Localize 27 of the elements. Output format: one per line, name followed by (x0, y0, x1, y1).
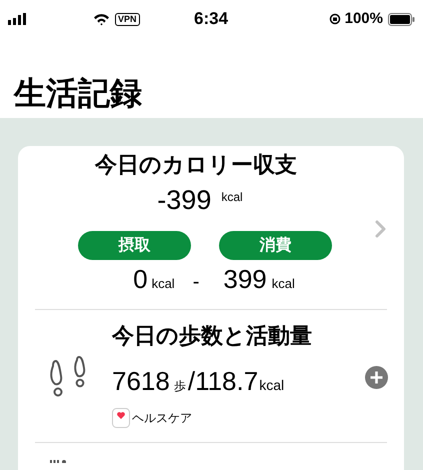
unit-label: kcal (152, 275, 175, 293)
page-title: 生活記録 (14, 74, 142, 112)
category-pill: 摂取 (78, 231, 191, 260)
wifi-icon (93, 12, 110, 26)
burned-value: 399 (223, 264, 267, 294)
balance-value: -399 (157, 185, 212, 215)
unit-label: kcal (259, 376, 284, 395)
unit-label: kcal (272, 275, 295, 293)
orientation-lock-icon (328, 13, 341, 25)
battery-percent: 100% (344, 8, 383, 29)
vpn-badge: VPN (115, 12, 140, 26)
footprints-icon (47, 356, 87, 398)
steps-unit: 歩 (174, 378, 186, 395)
unit-label: kcal (221, 189, 243, 206)
card-title[interactable]: 今日のカロリー収支 (95, 151, 297, 179)
category-pill: 消費 (219, 231, 332, 260)
activity-calories: /118.7 (188, 366, 258, 396)
health-app-icon (112, 408, 130, 428)
signal-icon (8, 13, 28, 25)
steps-value: 7618 (112, 366, 170, 396)
add-icon[interactable] (365, 366, 388, 389)
minus-sign: - (192, 270, 200, 295)
card-title[interactable]: 今日の歩数と活動量 (112, 322, 312, 350)
intake-value: 0 (133, 264, 148, 294)
source-label: ヘルスケア (132, 410, 192, 427)
status-time: 6:34 (194, 10, 228, 28)
battery-icon (388, 12, 415, 26)
